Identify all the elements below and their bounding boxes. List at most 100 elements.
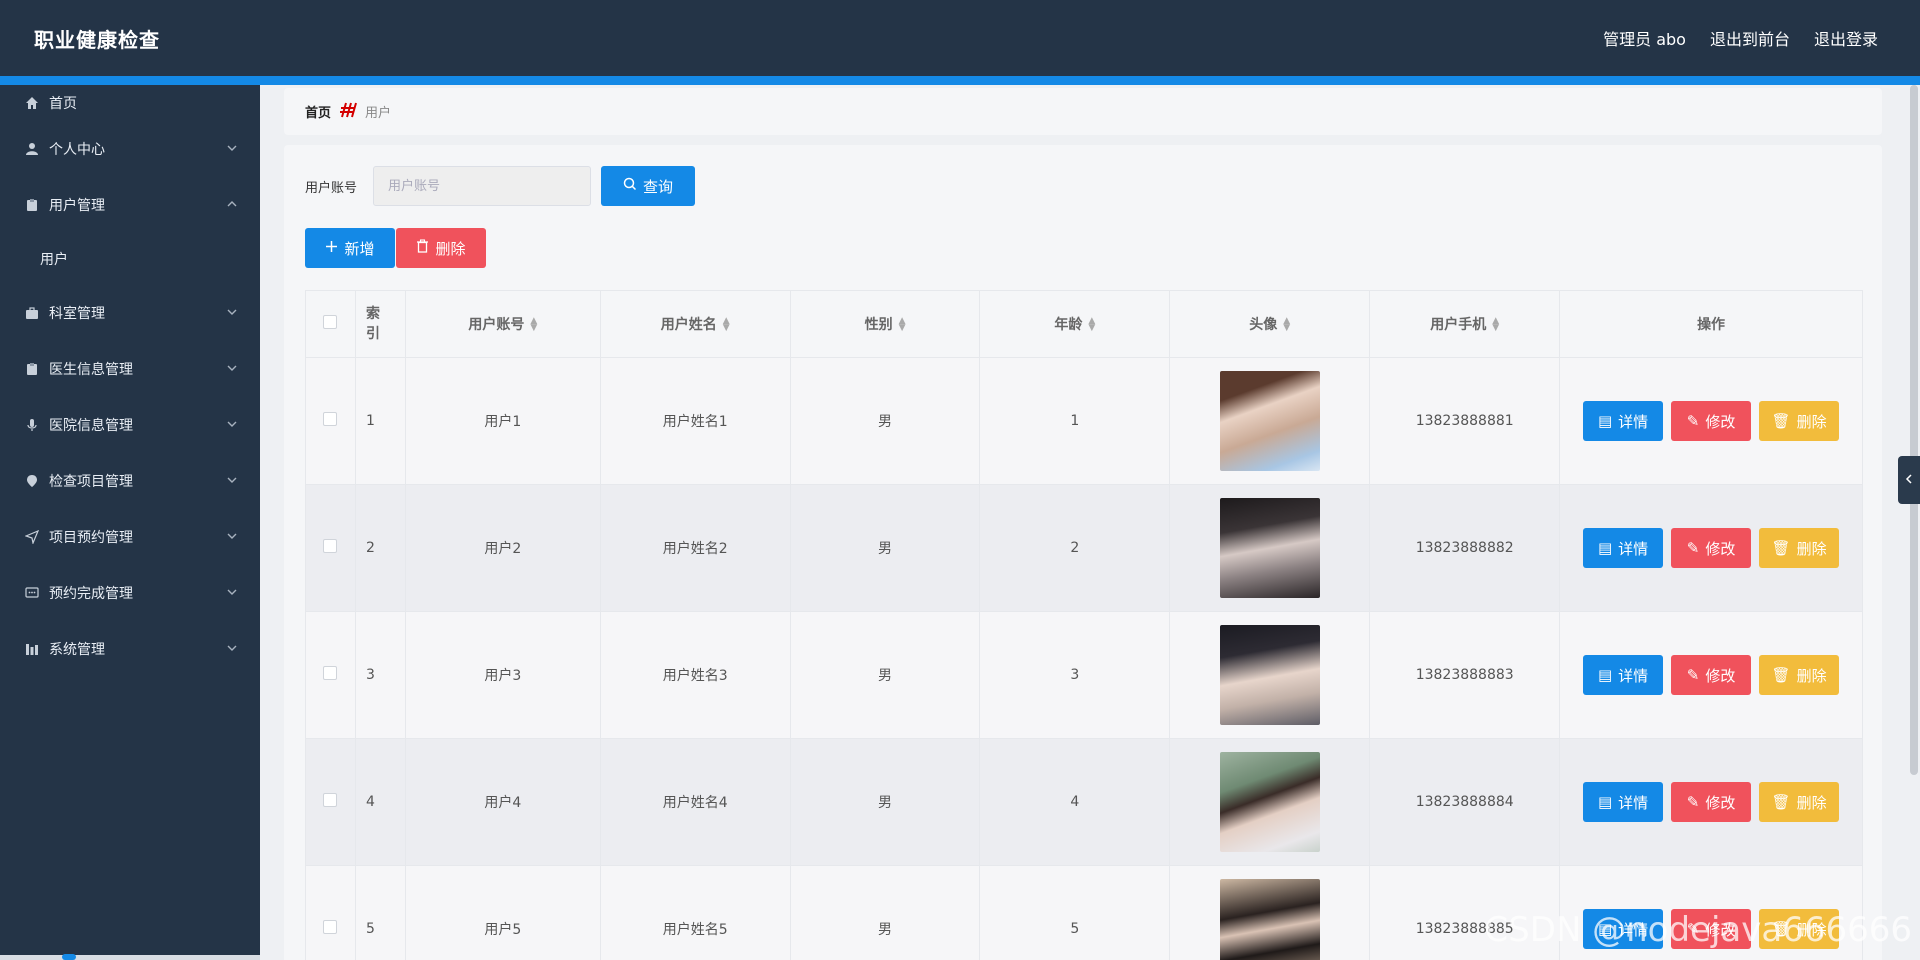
cell-age: 1 <box>979 357 1171 485</box>
header-phone[interactable]: 用户手机 ▲ ▼ <box>1369 290 1561 358</box>
header-name[interactable]: 用户姓名 ▲ ▼ <box>599 290 791 358</box>
sidebar-horizontal-scrollbar[interactable] <box>0 955 260 960</box>
detail-label: 详情 <box>1618 793 1649 812</box>
select-all-checkbox[interactable] <box>323 315 338 329</box>
row-select-cell[interactable] <box>305 484 356 612</box>
logout-link[interactable]: 退出登录 <box>1814 26 1878 50</box>
header-label: 操作 <box>1697 317 1726 333</box>
sidebar-item-label: 预约完成管理 <box>49 586 133 602</box>
select-all-cell[interactable] <box>305 290 356 358</box>
chart-icon <box>24 641 40 657</box>
avatar[interactable] <box>1219 879 1320 960</box>
row-checkbox[interactable] <box>323 412 338 426</box>
header-label: 性别 <box>864 317 893 333</box>
sidebar-item-label: 科室管理 <box>49 306 105 322</box>
chevron-down-icon <box>226 530 238 542</box>
sidebar-item-label: 用户管理 <box>49 198 105 214</box>
page-scroll-thumb[interactable] <box>1910 85 1918 775</box>
cell-actions: ▤ 详情 ✎ 修改 🗑 删除 <box>1559 738 1863 866</box>
cell-gender: 男 <box>789 738 981 866</box>
sidebar-item-appointment-done[interactable]: 预约完成管理 <box>0 565 260 621</box>
trash-icon: 🗑 <box>1771 793 1791 811</box>
sort-icon[interactable]: ▲ ▼ <box>1088 317 1095 333</box>
collapse-toggle[interactable] <box>1898 456 1920 504</box>
sort-icon[interactable]: ▲ ▼ <box>530 317 537 333</box>
sidebar-item-label: 用户 <box>40 252 68 268</box>
batch-delete-button[interactable]: 删除 <box>396 228 486 268</box>
detail-button[interactable]: ▤ 详情 <box>1583 401 1664 441</box>
cell-name: 用户姓名3 <box>599 611 791 739</box>
detail-button[interactable]: ▤ 详情 <box>1583 655 1664 695</box>
header-age[interactable]: 年龄 ▲ ▼ <box>979 290 1171 358</box>
chevron-down-icon <box>226 418 238 430</box>
sidebar-item-label: 系统管理 <box>49 642 105 658</box>
edit-button[interactable]: ✎ 修改 <box>1671 655 1752 695</box>
delete-button[interactable]: 🗑 删除 <box>1759 528 1840 568</box>
page-scrollbar[interactable] <box>1910 85 1920 775</box>
sidebar-item-appointment[interactable]: 项目预约管理 <box>0 509 260 565</box>
edit-button[interactable]: ✎ 修改 <box>1671 528 1752 568</box>
cell-avatar <box>1169 738 1371 866</box>
sort-icon[interactable]: ▲ ▼ <box>723 317 730 333</box>
delete-label: 删除 <box>1796 539 1827 558</box>
avatar[interactable] <box>1219 625 1320 725</box>
sort-icon[interactable]: ▲ ▼ <box>899 317 906 333</box>
table-row: 2 用户2 用户姓名2 男 2 13823888882 ▤ 详情 ✎ 修改 🗑 删除 <box>305 484 1863 612</box>
sidebar-item-label: 首页 <box>49 96 77 112</box>
delete-button[interactable]: 🗑 删除 <box>1759 782 1840 822</box>
sidebar-item-hospital-info[interactable]: 医院信息管理 <box>0 397 260 453</box>
clipboard-icon <box>24 361 40 377</box>
row-select-cell[interactable] <box>305 357 356 485</box>
avatar[interactable] <box>1219 371 1320 471</box>
header-label: 年龄 <box>1054 317 1083 333</box>
query-button[interactable]: 查询 <box>601 166 695 206</box>
document-icon: ▤ <box>1597 666 1613 684</box>
sidebar-subitem-user[interactable]: 用户 <box>0 233 260 285</box>
delete-button[interactable]: 🗑 删除 <box>1759 655 1840 695</box>
chevron-up-icon <box>226 198 238 210</box>
header-label: 用户账号 <box>468 317 525 333</box>
message-icon <box>24 585 40 601</box>
cell-gender: 男 <box>789 611 981 739</box>
header-gender[interactable]: 性别 ▲ ▼ <box>789 290 981 358</box>
cell-age: 5 <box>979 865 1171 960</box>
breadcrumb: 首页 用户 <box>284 88 1882 135</box>
sidebar-item-system[interactable]: 系统管理 <box>0 621 260 677</box>
row-checkbox[interactable] <box>323 920 338 934</box>
edit-button[interactable]: ✎ 修改 <box>1671 401 1752 441</box>
sidebar-item-department[interactable]: 科室管理 <box>0 285 260 341</box>
avatar[interactable] <box>1219 498 1320 598</box>
sidebar-item-personal-center[interactable]: 个人中心 <box>0 121 260 177</box>
detail-button[interactable]: ▤ 详情 <box>1583 782 1664 822</box>
row-select-cell[interactable] <box>305 738 356 866</box>
avatar[interactable] <box>1219 752 1320 852</box>
sidebar-item-doctor-info[interactable]: 医生信息管理 <box>0 341 260 397</box>
edit-button[interactable]: ✎ 修改 <box>1671 782 1752 822</box>
header-account[interactable]: 用户账号 ▲ ▼ <box>404 290 601 358</box>
cell-account: 用户3 <box>404 611 601 739</box>
row-checkbox[interactable] <box>323 539 338 553</box>
sidebar-item-label: 医生信息管理 <box>49 362 133 378</box>
cell-actions: ▤ 详情 ✎ 修改 🗑 删除 <box>1559 357 1863 485</box>
breadcrumb-current: 用户 <box>365 106 392 121</box>
header-avatar[interactable]: 头像 ▲ ▼ <box>1169 290 1371 358</box>
sidebar-scroll-thumb[interactable] <box>62 954 76 960</box>
exit-front-link[interactable]: 退出到前台 <box>1710 26 1790 50</box>
row-checkbox[interactable] <box>323 666 338 680</box>
row-select-cell[interactable] <box>305 865 356 960</box>
sort-icon[interactable]: ▲ ▼ <box>1492 317 1499 333</box>
search-input[interactable] <box>373 166 591 206</box>
sort-icon[interactable]: ▲ ▼ <box>1283 317 1290 333</box>
sidebar-item-home[interactable]: 首页 <box>0 85 260 121</box>
sidebar-item-exam-items[interactable]: 检查项目管理 <box>0 453 260 509</box>
delete-button[interactable]: 🗑 删除 <box>1759 401 1840 441</box>
detail-button[interactable]: ▤ 详情 <box>1583 528 1664 568</box>
add-button[interactable]: 新增 <box>305 228 395 268</box>
sidebar-item-user-management[interactable]: 用户管理 <box>0 177 260 233</box>
breadcrumb-home[interactable]: 首页 <box>305 102 331 121</box>
row-select-cell[interactable] <box>305 611 356 739</box>
pencil-icon: ✎ <box>1686 666 1700 684</box>
table-row: 1 用户1 用户姓名1 男 1 13823888881 ▤ 详情 ✎ 修改 🗑 删除 <box>305 357 1863 485</box>
table-row: 4 用户4 用户姓名4 男 4 13823888884 ▤ 详情 ✎ 修改 🗑 删除 <box>305 738 1863 866</box>
row-checkbox[interactable] <box>323 793 338 807</box>
